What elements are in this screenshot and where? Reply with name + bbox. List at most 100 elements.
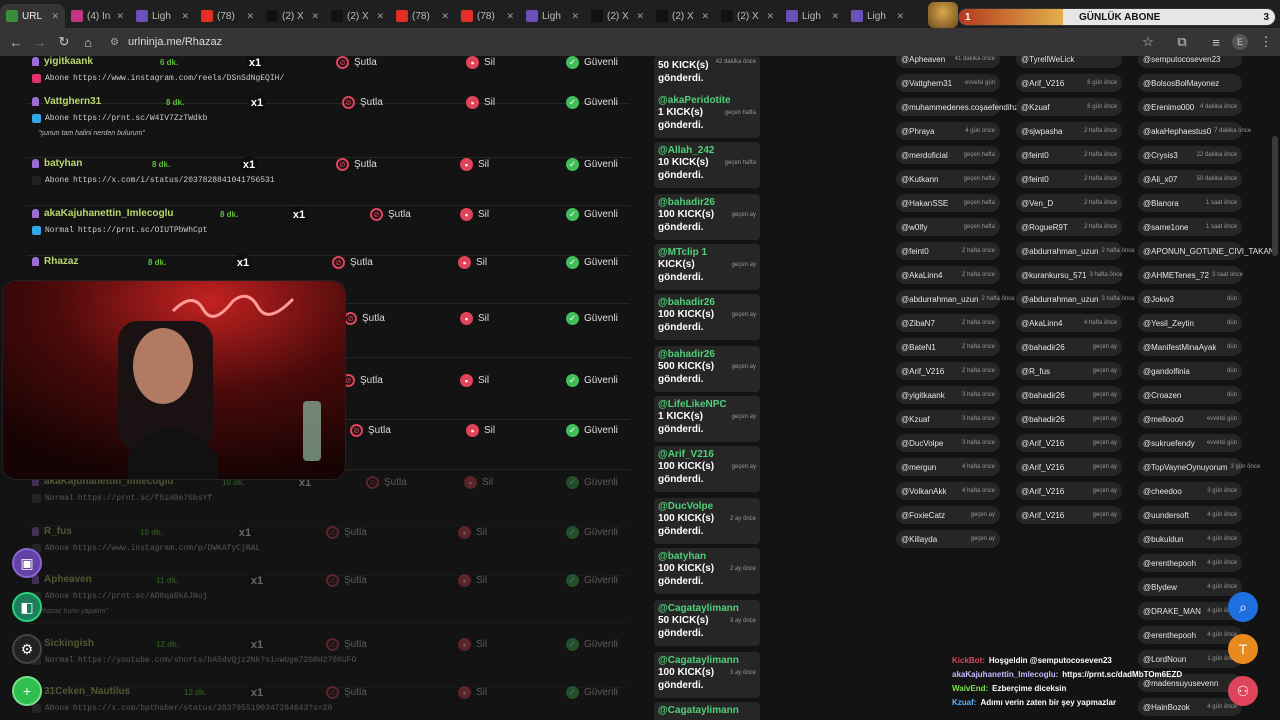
tab-close-icon[interactable]: ✕ xyxy=(831,11,839,22)
subscriber-pill[interactable]: @Apheaven 41 dakika önce xyxy=(896,56,1000,68)
subscriber-pill[interactable]: @gandolfinia dün xyxy=(1138,362,1242,380)
subscriber-pill[interactable]: @Jokw3 dün xyxy=(1138,290,1242,308)
username[interactable]: Vattghern31 xyxy=(32,96,101,107)
subscriber-pill[interactable]: @VolkanAkk 4 hafta önce xyxy=(896,482,1000,500)
ban-button[interactable]: ⊘ Şutla xyxy=(332,256,373,269)
kick-sender[interactable]: @Cagataylimann xyxy=(658,705,756,716)
settings-gear-icon[interactable]: ⚙ xyxy=(12,634,42,664)
link-url[interactable]: https://www.instagram.com/p/DWKAfyCjRAL xyxy=(73,544,260,553)
ban-button[interactable]: ⊘ Şutla xyxy=(326,638,367,651)
media-icon[interactable]: ≡ xyxy=(1208,34,1224,50)
username[interactable]: R_fus xyxy=(32,526,72,537)
link-url[interactable]: https://prnt.sc/f5iH0e76bsYf xyxy=(78,494,212,503)
subscriber-pill[interactable]: @muhammedenes.coşaefendihz xyxy=(896,98,1018,116)
trust-button[interactable]: ✓ Güvenli xyxy=(566,256,618,269)
subscriber-pill[interactable]: @Blydew 4 gün önce xyxy=(1138,578,1242,596)
subscriber-pill[interactable]: @Erenimo000 4 dakika önce xyxy=(1138,98,1242,116)
delete-button[interactable]: ▪ Sil xyxy=(466,424,495,437)
kick-sender[interactable]: @batyhan xyxy=(658,551,756,562)
trust-button[interactable]: ✓ Güvenli xyxy=(566,312,618,325)
subscriber-pill[interactable]: @AkaLinn4 2 hafta önce xyxy=(896,266,1000,284)
delete-button[interactable]: ▪ Sil xyxy=(460,312,489,325)
tab-close-icon[interactable]: ✕ xyxy=(701,11,709,22)
twitch-button[interactable]: ▣ xyxy=(12,548,42,578)
extensions-icon[interactable]: ⧉ xyxy=(1174,34,1190,50)
subscriber-pill[interactable]: @cheedoo 3 gün önce xyxy=(1138,482,1242,500)
trust-button[interactable]: ✓ Güvenli xyxy=(566,638,618,651)
kick-sender[interactable]: @LifeLikeNPC xyxy=(658,399,756,410)
subscriber-pill[interactable]: @Arif_V216 geçen ay xyxy=(1016,458,1122,476)
browser-tab[interactable]: (2) X ✕ xyxy=(325,4,390,28)
subscriber-pill[interactable]: @AkaLinn4 4 hafta önce xyxy=(1016,314,1122,332)
kick-sender[interactable]: @bahadir26 xyxy=(658,297,756,308)
trust-button[interactable]: ✓ Güvenli xyxy=(566,424,618,437)
tab-close-icon[interactable]: ✕ xyxy=(246,11,254,22)
tab-close-icon[interactable]: ✕ xyxy=(441,11,449,22)
trust-button[interactable]: ✓ Güvenli xyxy=(566,574,618,587)
subscriber-pill[interactable]: @Arif_V216 geçen ay xyxy=(1016,482,1122,500)
subscriber-pill[interactable]: @BateN1 2 hafta önce xyxy=(896,338,1000,356)
subscriber-pill[interactable]: @Kzuaf 3 hafta önce xyxy=(896,410,1000,428)
subscriber-pill[interactable]: @Blanora 1 saat önce xyxy=(1138,194,1242,212)
subscriber-pill[interactable]: @feint0 2 hafta önce xyxy=(1016,170,1122,188)
scrollbar[interactable] xyxy=(1272,136,1278,256)
subscriber-pill[interactable]: @FoxieCatz geçen ay xyxy=(896,506,1000,524)
reload-icon[interactable]: ↻ xyxy=(56,34,72,50)
tab-close-icon[interactable]: ✕ xyxy=(766,11,774,22)
browser-tab[interactable]: Ligh ✕ xyxy=(845,4,910,28)
kick-sender[interactable]: @MTclip 1 xyxy=(658,247,756,258)
browser-tab[interactable]: (2) X ✕ xyxy=(260,4,325,28)
subscriber-pill[interactable]: @BolsosBolMayonez xyxy=(1138,74,1242,92)
username[interactable]: 31Ceken_Nautilus xyxy=(32,686,130,697)
subscriber-pill[interactable]: @Phraya 4 gün önce xyxy=(896,122,1000,140)
subscriber-pill[interactable]: @R_fus geçen ay xyxy=(1016,362,1122,380)
tab-close-icon[interactable]: ✕ xyxy=(571,11,579,22)
delete-button[interactable]: ▪ Sil xyxy=(460,158,489,171)
subscriber-pill[interactable]: @DRAKE_MAN 4 gün önce xyxy=(1138,602,1242,620)
delete-button[interactable]: ▪ Sil xyxy=(466,56,495,69)
subscriber-pill[interactable]: @yigitkaank 3 hafta önce xyxy=(896,386,1000,404)
subscriber-pill[interactable]: @Arif_V216 geçen ay xyxy=(1016,434,1122,452)
subscriber-pill[interactable]: @Arif_V216 2 hafta önce xyxy=(896,362,1000,380)
trust-button[interactable]: ✓ Güvenli xyxy=(566,476,618,489)
subscriber-pill[interactable]: @Ali_x07 50 dakika önce xyxy=(1138,170,1242,188)
browser-tab[interactable]: Ligh ✕ xyxy=(780,4,845,28)
delete-button[interactable]: ▪ Sil xyxy=(464,476,493,489)
ban-button[interactable]: ⊘ Şutla xyxy=(366,476,407,489)
link-url[interactable]: https://x.com/bpthaber/status/2037955190… xyxy=(73,704,332,713)
link-url[interactable]: https://prnt.sc/AD0qaBkAJNuj xyxy=(73,592,207,601)
trust-button[interactable]: ✓ Güvenli xyxy=(566,96,618,109)
subscriber-pill[interactable]: @feint0 2 hafta önce xyxy=(896,242,1000,260)
delete-button[interactable]: ▪ Sil xyxy=(458,574,487,587)
ban-button[interactable]: ⊘ Şutla xyxy=(342,96,383,109)
subscriber-pill[interactable]: @mellooo0 evvelsi gün xyxy=(1138,410,1242,428)
subscriber-pill[interactable]: @Kutkann geçen hafta xyxy=(896,170,1000,188)
subscriber-pill[interactable]: @akaHephaestus0 7 dakika önce xyxy=(1138,122,1251,140)
chat-username[interactable]: WaivEnd: xyxy=(952,684,988,693)
subscriber-pill[interactable]: @uundersoft 4 gün önce xyxy=(1138,506,1242,524)
link-url[interactable]: https://x.com/i/status/20378288410417565… xyxy=(73,176,275,185)
trust-button[interactable]: ✓ Güvenli xyxy=(566,56,618,69)
subscriber-pill[interactable]: @TyrellWeLick xyxy=(1016,56,1122,68)
subscriber-pill[interactable]: @Killayda geçen ay xyxy=(896,530,1000,548)
ban-button[interactable]: ⊘ Şutla xyxy=(336,56,377,69)
tab-close-icon[interactable]: ✕ xyxy=(506,11,514,22)
tab-close-icon[interactable]: ✕ xyxy=(311,11,319,22)
subscriber-pill[interactable]: @erenthepooh 4 gün önce xyxy=(1138,626,1242,644)
subscriber-pill[interactable]: @RogueR9T 2 hafta önce xyxy=(1016,218,1122,236)
browser-tab[interactable]: (2) X ✕ xyxy=(650,4,715,28)
profile-avatar[interactable]: E xyxy=(1232,34,1248,50)
site-info-icon[interactable]: ⚙ xyxy=(110,37,119,48)
subscriber-pill[interactable]: @Vattghern31 evvelsi gün xyxy=(896,74,1000,92)
tab-close-icon[interactable]: ✕ xyxy=(181,11,189,22)
subscriber-pill[interactable]: @semputocoseven23 xyxy=(1138,56,1242,68)
tab-close-icon[interactable]: ✕ xyxy=(896,11,904,22)
ban-button[interactable]: ⊘ Şutla xyxy=(326,686,367,699)
browser-tab[interactable]: (78) ✕ xyxy=(455,4,520,28)
subscriber-pill[interactable]: @ZibaN7 2 hafta önce xyxy=(896,314,1000,332)
link-url[interactable]: https://youtube.com/shorts/bA5dvQjz2Nk?s… xyxy=(78,656,356,665)
browser-tab[interactable]: (78) ✕ xyxy=(195,4,260,28)
subscriber-pill[interactable]: @APONUN_GOTUNE_CIVI_TAKAN xyxy=(1138,242,1275,260)
trust-button[interactable]: ✓ Güvenli xyxy=(566,526,618,539)
subscriber-pill[interactable]: @bahadir26 geçen ay xyxy=(1016,338,1122,356)
